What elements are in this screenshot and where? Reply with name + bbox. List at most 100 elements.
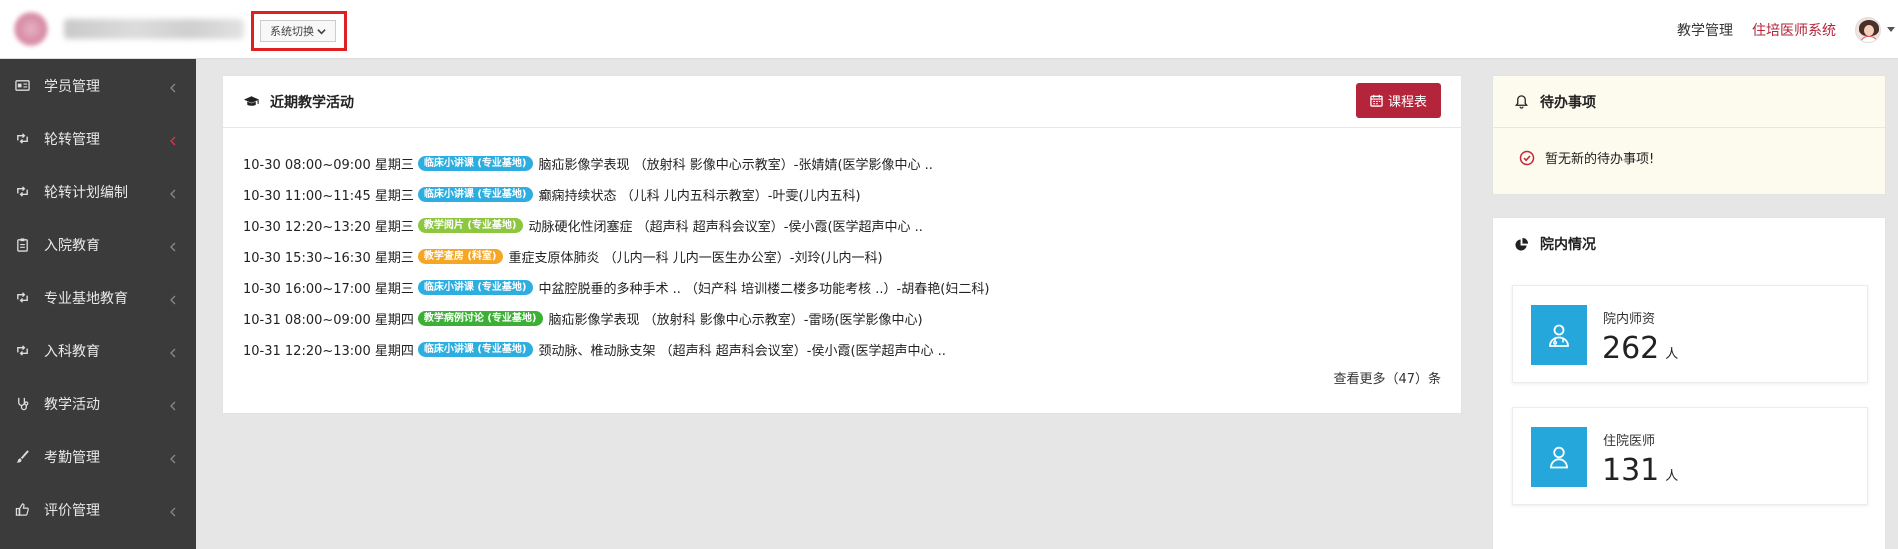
stat-label: 住院医师: [1603, 434, 1656, 449]
graduation-cap-icon: [243, 94, 261, 110]
activity-time: 10-30 08:00~09:00 星期三: [243, 158, 414, 173]
activity-title: 脑疝影像学表现 （放射科 影像中心示教室）-张婧婧(医学影像中心 ..: [538, 158, 933, 173]
sidebar-item-evaluation[interactable]: 评价管理: [0, 483, 196, 536]
chevron-left-icon: [169, 134, 179, 145]
schedule-button[interactable]: 课程表: [1356, 83, 1441, 118]
stat-unit: 人: [1665, 347, 1679, 362]
panel-header: 近期教学活动 课程表: [223, 76, 1461, 128]
activity-title: 癫痫持续状态 （儿科 儿内五科示教室）-叶雯(儿内五科): [538, 189, 861, 204]
list-item[interactable]: 10-31 08:00~09:00 星期四 教学病例讨论 (专业基地) 脑疝影像…: [243, 303, 1461, 334]
retweet-icon: [14, 343, 30, 359]
calendar-icon: [1370, 94, 1383, 107]
hospital-name-blurred: [64, 19, 244, 39]
sidebar-item-label: 专业基地教育: [44, 290, 128, 307]
schedule-button-label: 课程表: [1387, 95, 1427, 110]
view-more-link[interactable]: 查看更多（47）条: [1333, 368, 1441, 387]
pie-chart-icon: [1513, 236, 1531, 252]
sidebar-item-label: 轮转计划编制: [44, 184, 128, 201]
chevron-left-icon: [169, 346, 179, 357]
activity-type-badge: 临床小讲课 (专业基地): [417, 342, 533, 357]
list-item[interactable]: 10-31 12:20~13:00 星期四 临床小讲课 (专业基地) 颈动脉、椎…: [243, 334, 1461, 365]
activity-type-badge: 临床小讲课 (专业基地): [417, 280, 533, 295]
panel-header: 待办事项: [1493, 76, 1885, 128]
activity-title: 动脉硬化性闭塞症 （超声科 超声科会议室）-侯小霞(医学超声中心 ..: [528, 220, 923, 235]
activity-title: 脑疝影像学表现 （放射科 影像中心示教室）-雷旸(医学影像中心): [548, 313, 923, 328]
panel-header: 院内情况: [1493, 218, 1885, 270]
list-item[interactable]: 10-30 15:30~16:30 星期三 教学查房 (科室) 重症支原体肺炎 …: [243, 241, 1461, 272]
system-switch-label: 系统切换: [270, 25, 314, 38]
activity-title: 中盆腔脱垂的多种手术 .. （妇产科 培训楼二楼多功能考核 ..）-胡春艳(妇二…: [538, 282, 990, 297]
thumbs-up-icon: [14, 502, 30, 518]
activity-title: 颈动脉、椎动脉支架 （超声科 超声科会议室）-侯小霞(医学超声中心 ..: [538, 344, 946, 359]
teaching-management-link[interactable]: 教学管理: [1677, 20, 1733, 40]
chevron-left-icon: [169, 240, 179, 251]
hospital-stats-panel: 院内情况 院内师资 262 人 住院医师 131 人: [1492, 217, 1886, 549]
sidebar-item-admission-education[interactable]: 入院教育: [0, 218, 196, 271]
list-item[interactable]: 10-30 08:00~09:00 星期三 临床小讲课 (专业基地) 脑疝影像学…: [243, 148, 1461, 179]
system-switch-highlight: 系统切换: [251, 11, 347, 51]
activity-title: 重症支原体肺炎 （儿内一科 儿内一医生办公室）-刘玲(儿内一科): [508, 251, 883, 266]
activity-time: 10-31 12:20~13:00 星期四: [243, 344, 414, 359]
stat-label: 院内师资: [1603, 312, 1656, 327]
activity-time: 10-30 12:20~13:20 星期三: [243, 220, 414, 235]
activity-time: 10-30 15:30~16:30 星期三: [243, 251, 414, 266]
todo-panel: 待办事项 暂无新的待办事项!: [1492, 75, 1886, 195]
list-item[interactable]: 10-30 11:00~11:45 星期三 临床小讲课 (专业基地) 癫痫持续状…: [243, 179, 1461, 210]
system-switch-dropdown[interactable]: 系统切换: [260, 20, 336, 42]
user-avatar[interactable]: [1855, 16, 1881, 43]
sidebar-item-label: 考勤管理: [44, 449, 100, 466]
todo-empty-message: 暂无新的待办事项!: [1493, 128, 1885, 167]
retweet-icon: [14, 184, 30, 200]
sidebar-item-label: 学员管理: [44, 78, 100, 95]
sidebar-item-student-management[interactable]: 学员管理: [0, 59, 196, 112]
stat-number: 262: [1602, 331, 1660, 366]
activity-time: 10-30 16:00~17:00 星期三: [243, 282, 414, 297]
sidebar-item-label: 评价管理: [44, 502, 100, 519]
user-icon: [1531, 427, 1587, 487]
panel-title: 院内情况: [1540, 237, 1596, 253]
sidebar-item-rotation-plan[interactable]: 轮转计划编制: [0, 165, 196, 218]
activity-type-badge: 教学查房 (科室): [417, 249, 503, 264]
bell-icon: [1513, 94, 1531, 110]
activity-type-badge: 教学阅片 (专业基地): [417, 218, 523, 233]
check-circle-icon: [1519, 150, 1535, 165]
stethoscope-icon: [14, 396, 30, 412]
brush-icon: [14, 449, 30, 465]
chevron-left-icon: [169, 505, 179, 516]
panel-title: 近期教学活动: [270, 94, 354, 111]
chevron-down-icon: [317, 28, 326, 34]
sidebar-item-specialty-base-education[interactable]: 专业基地教育: [0, 271, 196, 324]
sidebar-item-teaching-activities[interactable]: 教学活动: [0, 377, 196, 430]
sidebar-item-label: 轮转管理: [44, 131, 100, 148]
stat-card-teachers[interactable]: 院内师资 262 人: [1512, 285, 1868, 383]
retweet-icon: [14, 290, 30, 306]
sidebar: 学员管理 轮转管理 轮转计划编制 入院教育 专业基地教育 入科教育 教学活动 考…: [0, 59, 196, 549]
stat-card-residents[interactable]: 住院医师 131 人: [1512, 407, 1868, 505]
sidebar-item-department-education[interactable]: 入科教育: [0, 324, 196, 377]
activity-list: 10-30 08:00~09:00 星期三 临床小讲课 (专业基地) 脑疝影像学…: [223, 128, 1461, 365]
recent-activities-panel: 近期教学活动 课程表 10-30 08:00~09:00 星期三 临床小讲课 (…: [222, 75, 1462, 414]
chevron-left-icon: [169, 452, 179, 463]
chevron-left-icon: [169, 81, 179, 92]
list-item[interactable]: 10-30 12:20~13:20 星期三 教学阅片 (专业基地) 动脉硬化性闭…: [243, 210, 1461, 241]
sidebar-item-attendance[interactable]: 考勤管理: [0, 430, 196, 483]
stat-value: 262 人: [1602, 331, 1678, 366]
activity-type-badge: 教学病例讨论 (专业基地): [417, 311, 543, 326]
user-doctor-icon: [1531, 305, 1587, 365]
resident-system-link[interactable]: 住培医师系统: [1752, 20, 1836, 40]
top-header: 系统切换 教学管理 住培医师系统: [0, 0, 1898, 59]
list-item[interactable]: 10-30 16:00~17:00 星期三 临床小讲课 (专业基地) 中盆腔脱垂…: [243, 272, 1461, 303]
sidebar-item-label: 入院教育: [44, 237, 100, 254]
panel-title: 待办事项: [1540, 94, 1596, 111]
activity-time: 10-30 11:00~11:45 星期三: [243, 189, 414, 204]
id-card-icon: [14, 78, 30, 94]
caret-down-icon[interactable]: [1887, 27, 1895, 32]
retweet-icon: [14, 131, 30, 147]
chevron-left-icon: [169, 187, 179, 198]
stat-value: 131 人: [1602, 453, 1678, 488]
todo-empty-text: 暂无新的待办事项!: [1545, 152, 1655, 167]
sidebar-item-rotation-management[interactable]: 轮转管理: [0, 112, 196, 165]
activity-time: 10-31 08:00~09:00 星期四: [243, 313, 414, 328]
stat-unit: 人: [1665, 469, 1679, 484]
sidebar-item-label: 入科教育: [44, 343, 100, 360]
